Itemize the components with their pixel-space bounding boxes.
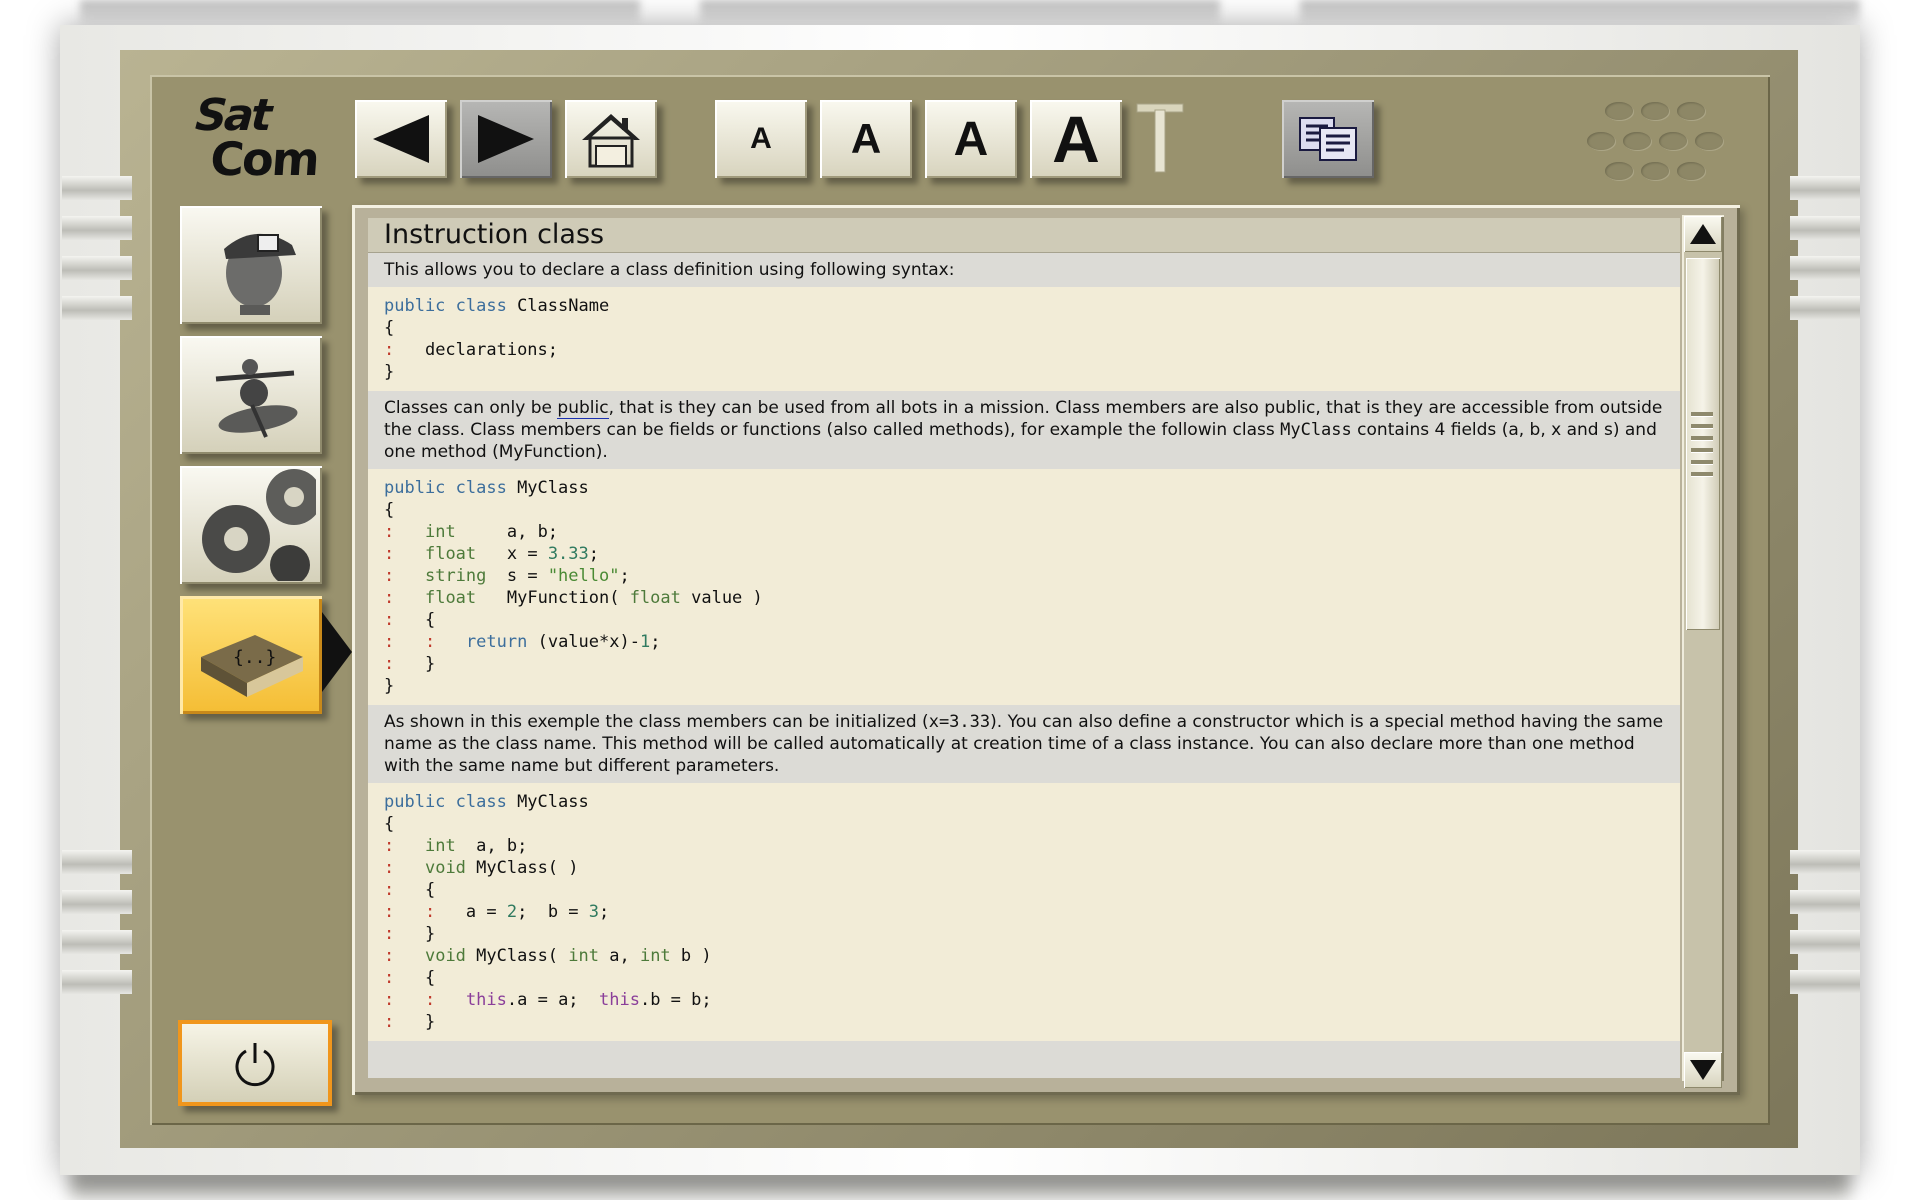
satellite-bot-icon	[215, 359, 298, 438]
svg-text:{..}: {..}	[233, 647, 276, 668]
font-size-medium-label: A	[850, 115, 882, 162]
inline-code: x=3.33	[928, 712, 991, 732]
frame-rib	[62, 970, 132, 994]
code-block-constructor: public class MyClass{: int a, b;: void M…	[368, 783, 1680, 1041]
home-button[interactable]	[565, 100, 657, 178]
font-size-large-button[interactable]: A	[925, 100, 1017, 178]
document-content[interactable]: Instruction class This allows you to dec…	[368, 218, 1680, 1078]
nav-agent-button[interactable]	[180, 206, 322, 324]
scrollbar-grip	[1691, 460, 1713, 465]
copy-documents-icon	[1299, 117, 1357, 161]
left-arrow-icon	[373, 115, 429, 163]
scrollbar-grip	[1691, 436, 1713, 441]
frame-rib	[1790, 970, 1860, 994]
paragraph-constructor: As shown in this exemple the class membe…	[368, 705, 1680, 783]
paragraph-class-members: Classes can only be public, that is they…	[368, 391, 1680, 469]
power-button[interactable]	[178, 1020, 332, 1106]
frame-rib	[62, 216, 132, 240]
font-size-xlarge-button[interactable]: A	[1030, 100, 1122, 178]
frame-rib	[1790, 850, 1860, 874]
code-book-icon: {..}	[201, 635, 303, 697]
font-size-xlarge-label: A	[1052, 102, 1100, 176]
public-link[interactable]: public	[557, 398, 609, 419]
gears-icon	[202, 469, 316, 581]
frame-rib	[1790, 296, 1860, 320]
frame-rib	[62, 176, 132, 200]
up-triangle-icon	[1690, 224, 1716, 244]
speaker-grille	[1585, 100, 1725, 185]
logo-text-com: Com	[208, 132, 320, 186]
scrollbar-grip	[1691, 412, 1713, 417]
scrollbar-thumb[interactable]	[1686, 258, 1720, 630]
frame-rib	[62, 256, 132, 280]
font-size-small-label: A	[750, 122, 772, 155]
power-icon	[235, 1043, 275, 1087]
frame-rib	[62, 850, 132, 874]
code-block-myclass: public class MyClass{: int a, b;: float …	[368, 469, 1680, 705]
scrollbar-grip	[1691, 448, 1713, 453]
frame-rib	[1790, 256, 1860, 280]
copy-button[interactable]	[1282, 100, 1374, 178]
frame-rib	[62, 296, 132, 320]
page-title: Instruction class	[368, 218, 1680, 253]
satcom-logo: Sat Com	[187, 88, 324, 188]
frame-rib	[62, 930, 132, 954]
paragraph-text: Classes can only be	[384, 398, 558, 418]
scrollbar-grip	[1691, 424, 1713, 429]
back-button[interactable]	[355, 100, 447, 178]
frame-rib	[1790, 176, 1860, 200]
right-arrow-icon	[478, 115, 534, 163]
forward-button[interactable]	[460, 100, 552, 178]
nav-bot-button[interactable]	[180, 336, 322, 454]
intro-paragraph: This allows you to declare a class defin…	[368, 253, 1680, 287]
scroll-up-button[interactable]	[1684, 216, 1722, 252]
home-icon	[582, 114, 640, 168]
code-block-syntax: public class ClassName{: declarations;}	[368, 287, 1680, 391]
down-triangle-icon	[1690, 1060, 1716, 1080]
inline-code: MyClass	[1280, 420, 1352, 440]
frame-rib	[1790, 890, 1860, 914]
frame-rib	[1790, 216, 1860, 240]
paragraph-text: As shown in this exemple the class membe…	[384, 712, 929, 732]
scroll-down-button[interactable]	[1684, 1052, 1722, 1088]
background-strip	[80, 0, 640, 22]
nav-settings-button[interactable]	[180, 466, 322, 584]
font-size-small-button[interactable]: A	[715, 100, 807, 178]
text-cursor-icon	[1130, 100, 1190, 178]
active-nav-pointer	[322, 612, 352, 692]
background-strip	[1300, 0, 1860, 22]
nav-code-book-button[interactable]: {..}	[180, 596, 322, 714]
frame-rib	[1790, 930, 1860, 954]
background-strip	[700, 0, 1220, 22]
font-size-large-label: A	[953, 112, 989, 166]
scrollbar-grip	[1691, 472, 1713, 477]
frame-rib	[62, 890, 132, 914]
font-size-medium-button[interactable]: A	[820, 100, 912, 178]
agent-icon	[224, 233, 296, 315]
